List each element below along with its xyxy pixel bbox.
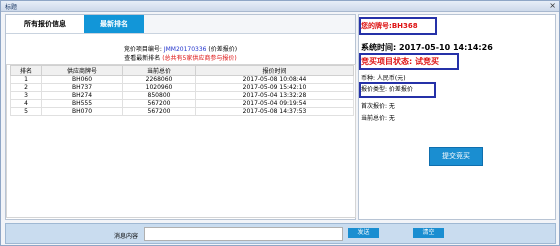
- currency-label: 币种: 人民币(元): [361, 75, 406, 82]
- table-row[interactable]: 3 BH274 850800 2017-05-04 13:32:28: [10, 91, 354, 100]
- project-code-value: JMM20170336: [163, 46, 207, 53]
- col-total-header[interactable]: 当前总价: [122, 65, 196, 76]
- clear-button[interactable]: 清空: [413, 228, 444, 238]
- supplier-cell: BH274: [41, 91, 123, 100]
- system-time: 系统时间: 2017-05-10 14:14:26: [361, 42, 493, 53]
- bidder-number-label: 您的牌号:: [361, 22, 392, 30]
- table-row[interactable]: 4 BH555 567200 2017-05-04 09:19:54: [10, 99, 354, 108]
- col-supplier-header[interactable]: 供应商牌号: [41, 65, 123, 76]
- tab-all-quotes[interactable]: 所有报价信息: [6, 15, 84, 33]
- quote-type-box: 报价类型: 价差报价: [359, 82, 436, 98]
- system-time-value: 2017-05-10 14:14:26: [399, 43, 493, 52]
- rank-cell: 4: [10, 99, 42, 108]
- rank-cell: 5: [10, 107, 42, 116]
- time-cell: 2017-05-04 13:32:28: [195, 91, 354, 100]
- supplier-cell: BH070: [41, 107, 123, 116]
- time-cell: 2017-05-08 14:37:53: [195, 107, 354, 116]
- message-label: 消息内容: [114, 233, 139, 240]
- quote-panel: 所有报价信息 最新排名 竞价项目编号: JMM20170336 (价差报价) 查…: [5, 14, 356, 231]
- time-cell: 2017-05-09 15:42:10: [195, 83, 354, 92]
- current-total-label: 当前总价: 无: [361, 115, 395, 122]
- window-title: 标题: [5, 4, 18, 11]
- message-bar: 消息内容 发送 清空: [5, 223, 556, 244]
- message-input[interactable]: [144, 227, 343, 241]
- system-time-label: 系统时间:: [361, 43, 397, 52]
- rank-cell: 2: [10, 83, 42, 92]
- table-row[interactable]: 2 BH737 1020960 2017-05-09 15:42:10: [10, 83, 354, 92]
- time-cell: 2017-05-04 09:19:54: [195, 99, 354, 108]
- supplier-cell: BH737: [41, 83, 123, 92]
- bid-status-panel: 您的牌号:BH368 系统时间: 2017-05-10 14:14:26 竞买项…: [358, 14, 556, 220]
- first-bid-label: 首次报价: 无: [361, 103, 395, 110]
- project-code-suffix: (价差报价): [208, 46, 238, 53]
- time-cell: 2017-05-08 10:08:44: [195, 75, 354, 84]
- bidder-number-value: BH368: [391, 22, 418, 30]
- total-cell: 567200: [122, 107, 196, 116]
- project-code-line: 竞价项目编号: JMM20170336 (价差报价): [6, 45, 355, 54]
- bidder-number-box: 您的牌号:BH368: [359, 17, 437, 35]
- app-window: 标题 × 所有报价信息 最新排名 竞价项目编号: JMM20170336 (价差…: [0, 0, 560, 246]
- ranking-table: 排名 供应商牌号 当前总价 报价时间 1 BH060 2268060 2017-…: [10, 65, 354, 116]
- ranking-note: (总共有5家供应商参与报价): [162, 55, 237, 62]
- supplier-cell: BH060: [41, 75, 123, 84]
- rank-cell: 1: [10, 75, 42, 84]
- close-icon[interactable]: ×: [549, 1, 556, 10]
- total-cell: 567200: [122, 99, 196, 108]
- table-header-row: 排名 供应商牌号 当前总价 报价时间: [10, 65, 354, 76]
- submit-bid-button[interactable]: 提交竞买: [429, 147, 483, 166]
- supplier-cell: BH555: [41, 99, 123, 108]
- table-row[interactable]: 5 BH070 567200 2017-05-08 14:37:53: [10, 107, 354, 116]
- tab-latest-ranking[interactable]: 最新排名: [84, 15, 144, 33]
- project-info: 竞价项目编号: JMM20170336 (价差报价) 查看最新排名 (总共有5家…: [6, 45, 355, 63]
- auction-status-box: 竞买项目状态: 试竞买: [359, 53, 459, 70]
- title-bar: 标题 ×: [1, 1, 559, 12]
- project-code-label: 竞价项目编号:: [123, 46, 162, 53]
- ranking-line: 查看最新排名 (总共有5家供应商参与报价): [6, 54, 355, 63]
- total-cell: 850800: [122, 91, 196, 100]
- ranking-label: 查看最新排名: [124, 55, 161, 62]
- col-time-header[interactable]: 报价时间: [195, 65, 354, 76]
- col-rank-header[interactable]: 排名: [10, 65, 42, 76]
- table-row[interactable]: 1 BH060 2268060 2017-05-08 10:08:44: [10, 75, 354, 84]
- rank-cell: 3: [10, 91, 42, 100]
- send-button[interactable]: 发送: [348, 228, 379, 238]
- total-cell: 2268060: [122, 75, 196, 84]
- total-cell: 1020960: [122, 83, 196, 92]
- tab-bar: 所有报价信息 最新排名: [6, 15, 355, 34]
